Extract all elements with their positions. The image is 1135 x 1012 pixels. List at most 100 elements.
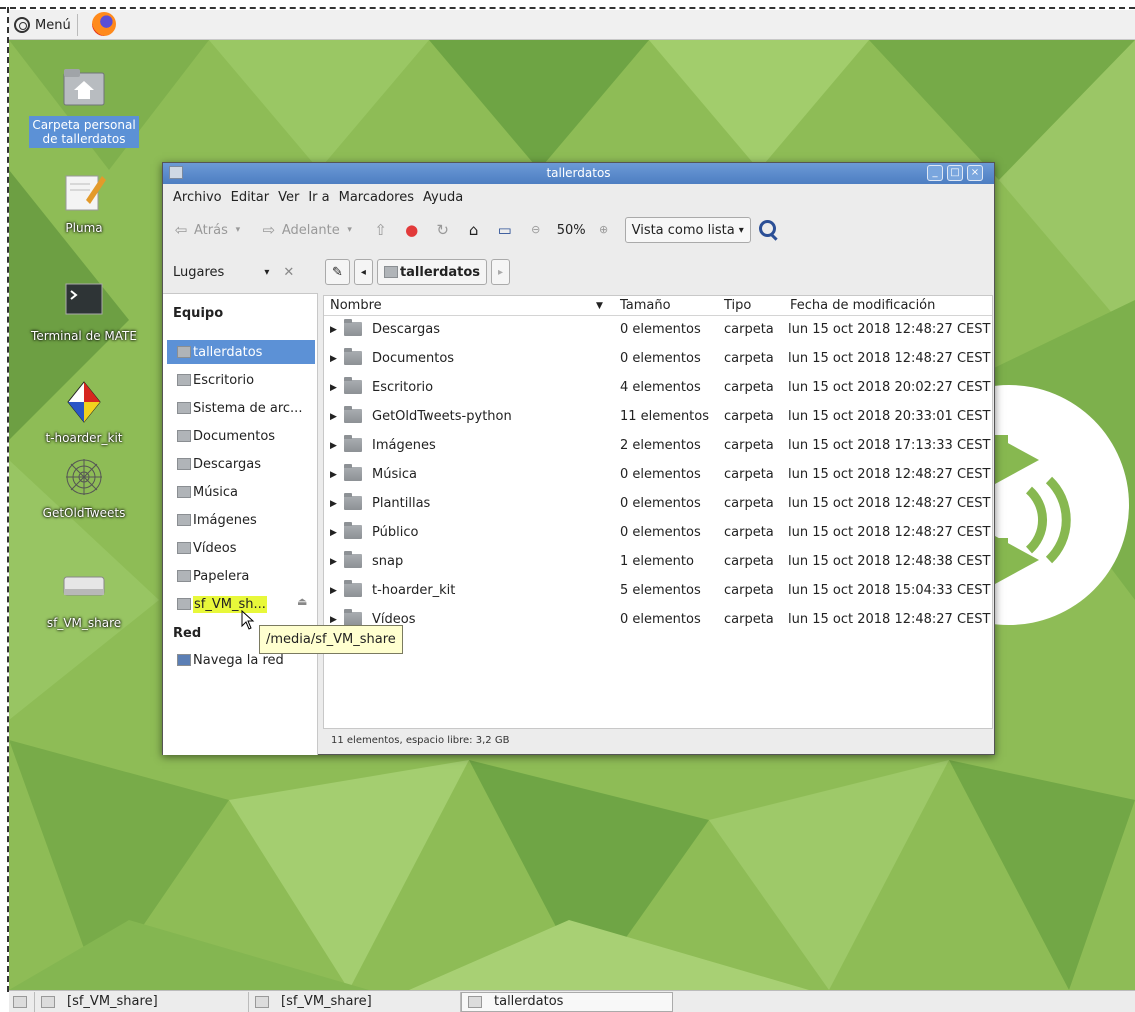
chevron-down-icon[interactable]: ▾ [264,267,269,278]
sidebar-item-documentos[interactable]: Documentos [167,424,315,448]
zoom-out-button[interactable]: ⊖ [526,221,549,239]
stop-button[interactable]: ● [402,221,425,239]
column-size[interactable]: Tamaño [620,298,671,313]
zoom-level: 50% [556,222,586,238]
task-sf-vm-share-2[interactable]: [sf_VM_share] [249,991,461,1012]
expander-icon[interactable]: ▶ [330,383,337,393]
table-row[interactable]: ▶ Música 0 elementos carpeta lun 15 oct 2018… [324,461,992,489]
expander-icon[interactable]: ▶ [330,557,337,567]
search-icon[interactable] [757,218,781,242]
column-type[interactable]: Tipo [724,298,751,313]
menu-archivo[interactable]: Archivo [173,190,222,205]
file-name: Imágenes [372,438,436,453]
back-arrow-icon: ⇦ [174,221,188,239]
file-name: Plantillas [372,496,431,511]
close-button[interactable]: × [967,165,983,181]
expander-icon[interactable]: ▶ [330,586,337,596]
folder-icon [344,609,362,626]
file-list-header: Nombre ▼ Tamaño Tipo Fecha de modificaci… [324,296,992,316]
expander-icon[interactable]: ▶ [330,325,337,335]
sidebar-item-tallerdatos[interactable]: tallerdatos [167,340,315,364]
task-tallerdatos[interactable]: tallerdatos [461,991,673,1012]
file-date: lun 15 oct 2018 17:13:33 CEST [788,438,991,453]
breadcrumb[interactable]: tallerdatos [376,259,488,285]
desktop-icon-home[interactable]: Carpeta personal de tallerdatos [19,65,149,148]
file-name: Descargas [372,322,441,337]
column-name[interactable]: Nombre [330,298,382,313]
menu-ver[interactable]: Ver [278,190,299,205]
close-icon[interactable]: ✕ [283,265,294,280]
table-row[interactable]: ▶ Público 0 elementos carpeta lun 15 oct 201… [324,519,992,547]
table-row[interactable]: ▶ t-hoarder_kit 5 elementos carpeta lun 15 o… [324,577,992,605]
column-date[interactable]: Fecha de modificación [790,298,935,313]
chevron-down-icon: ▾ [738,224,744,236]
folder-icon [344,493,362,510]
table-row[interactable]: ▶ Vídeos 0 elementos carpeta lun 15 oct 2018… [324,606,992,634]
expander-icon[interactable]: ▶ [330,354,337,364]
eject-icon[interactable]: ⏏ [297,596,307,607]
sidebar-item-musica[interactable]: Música [167,480,315,504]
sidebar-item-descargas[interactable]: Descargas [167,452,315,476]
show-desktop-icon [13,995,27,1008]
file-type: carpeta [724,583,774,598]
file-type: carpeta [724,351,774,366]
edit-path-button[interactable]: ✎ [325,259,350,285]
sidebar-item-escritorio[interactable]: Escritorio [167,368,315,392]
expander-icon[interactable]: ▶ [330,470,337,480]
table-row[interactable]: ▶ Descargas 0 elementos carpeta lun 15 oct 2… [324,316,992,344]
sidebar-places-select[interactable]: Lugares [173,265,224,280]
file-type: carpeta [724,612,774,627]
table-row[interactable]: ▶ snap 1 elemento carpeta lun 15 oct 2018 12… [324,548,992,576]
file-name: Escritorio [372,380,434,395]
sidebar-item-imagenes[interactable]: Imágenes [167,508,315,532]
desktop-icon-terminal[interactable]: Terminal de MATE [19,278,149,343]
path-bar: ✎ ◂ tallerdatos ▸ [325,255,511,289]
table-row[interactable]: ▶ Escritorio 4 elementos carpeta lun 15 oct … [324,374,992,402]
expander-icon[interactable]: ▶ [330,412,337,422]
reload-button[interactable]: ↻ [433,221,456,239]
desktop-folder-icon [177,374,191,386]
up-button[interactable]: ⇧ [371,221,394,239]
desktop-icon-pluma[interactable]: Pluma [19,170,149,235]
expander-icon[interactable]: ▶ [330,528,337,538]
table-row[interactable]: ▶ Plantillas 0 elementos carpeta lun 15 oct … [324,490,992,518]
desktop-icon-getoldtweets[interactable]: GetOldTweets [19,455,149,520]
forward-button[interactable]: ⇨ Adelante ▾ [259,221,363,239]
table-row[interactable]: ▶ GetOldTweets-python 11 elementos carpeta l… [324,403,992,431]
task-sf-vm-share-1[interactable]: [sf_VM_share] [35,991,249,1012]
table-row[interactable]: ▶ Imágenes 2 elementos carpeta lun 15 oct 20… [324,432,992,460]
expander-icon[interactable]: ▶ [330,615,337,625]
minimize-button[interactable]: _ [927,165,943,181]
home-button[interactable]: ⌂ [464,221,487,239]
view-mode-select[interactable]: Vista como lista ▾ [624,217,751,243]
desktop-icon-sf-vm-share[interactable]: sf_VM_share [19,565,149,630]
path-left-button[interactable]: ◂ [353,259,373,285]
window-icon [41,995,55,1008]
computer-button[interactable]: ▭ [495,221,518,239]
firefox-icon[interactable] [92,12,116,36]
sidebar-item-papelera[interactable]: Papelera [167,564,315,588]
show-desktop-button[interactable] [9,991,35,1012]
sidebar-item-videos[interactable]: Vídeos [167,536,315,560]
desktop-icon-thoarder[interactable]: t-hoarder_kit [19,380,149,445]
up-arrow-icon: ⇧ [374,221,387,239]
menu-ira[interactable]: Ir a [308,190,329,205]
path-right-button[interactable]: ▸ [491,259,511,285]
maximize-button[interactable]: □ [947,165,963,181]
pictures-folder-icon [177,514,191,526]
file-manager-window: tallerdatos _ □ × Archivo Editar Ver Ir … [162,162,995,755]
window-titlebar[interactable]: tallerdatos _ □ × [163,163,994,184]
web-icon [66,459,102,495]
menu-editar[interactable]: Editar [231,190,270,205]
zoom-in-button[interactable]: ⊕ [594,221,617,239]
file-date: lun 15 oct 2018 12:48:38 CEST [788,554,991,569]
expander-icon[interactable]: ▶ [330,441,337,451]
expander-icon[interactable]: ▶ [330,499,337,509]
menu-ayuda[interactable]: Ayuda [423,190,463,205]
menu-marcadores[interactable]: Marcadores [339,190,414,205]
main-menu-button[interactable]: Menú [11,14,78,36]
videos-folder-icon [177,542,191,554]
table-row[interactable]: ▶ Documentos 0 elementos carpeta lun 15 oct … [324,345,992,373]
back-button[interactable]: ⇦ Atrás ▾ [171,221,251,239]
sidebar-item-filesystem[interactable]: Sistema de arc... [167,396,315,420]
